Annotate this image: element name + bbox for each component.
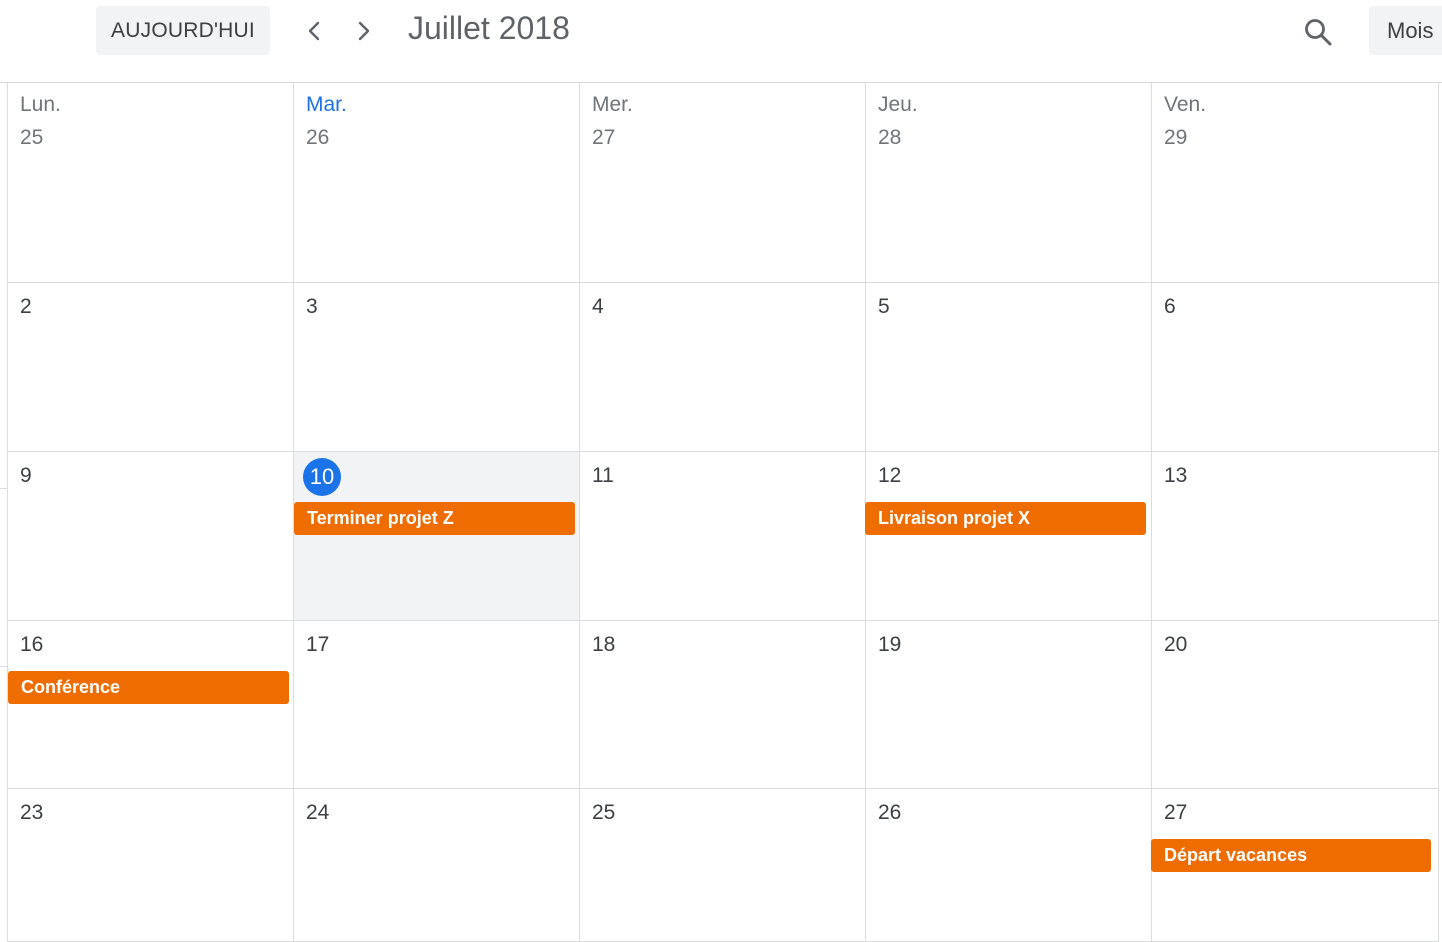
day-number: 25	[592, 801, 616, 824]
day-number: 27	[592, 126, 616, 149]
day-cell[interactable]: 24	[294, 789, 580, 942]
day-name-current: Mar.	[306, 93, 347, 116]
month-grid: Lun. 25 Mar. 26 Mer. 27 Jeu. 28 Ven. 29 …	[0, 82, 1442, 942]
day-name: Jeu.	[878, 93, 918, 116]
day-number: 12	[878, 464, 902, 487]
day-name: Lun.	[20, 93, 61, 116]
event-livraison-projet-x[interactable]: Livraison projet X	[865, 502, 1146, 535]
day-name: Ven.	[1164, 93, 1207, 116]
day-number: 26	[306, 126, 330, 149]
day-cell[interactable]: 13	[1152, 452, 1439, 621]
day-cell[interactable]: 17	[294, 621, 580, 789]
day-cell-today[interactable]: 10	[294, 452, 580, 621]
search-button[interactable]	[1298, 12, 1338, 52]
day-number: 5	[878, 295, 890, 318]
day-number: 17	[306, 633, 330, 656]
day-number: 28	[878, 126, 902, 149]
day-number: 9	[20, 464, 32, 487]
gutter-marker	[0, 666, 7, 667]
day-cell[interactable]: 25	[580, 789, 866, 942]
event-conference[interactable]: Conférence	[8, 671, 289, 704]
day-number: 29	[1164, 126, 1188, 149]
day-cell[interactable]: Ven. 29	[1152, 83, 1439, 283]
day-number: 27	[1164, 801, 1188, 824]
search-icon	[1305, 19, 1332, 46]
day-cell[interactable]: Mar. 26	[294, 83, 580, 283]
chevron-right-icon	[358, 21, 370, 41]
day-cell[interactable]: 11	[580, 452, 866, 621]
day-cell[interactable]: 16	[8, 621, 294, 789]
day-cell[interactable]: 12	[866, 452, 1152, 621]
day-cell[interactable]: 19	[866, 621, 1152, 789]
day-cell[interactable]: 6	[1152, 283, 1439, 452]
day-name: Mer.	[592, 93, 633, 116]
day-number: 26	[878, 801, 902, 824]
day-number: 16	[20, 633, 44, 656]
day-cell[interactable]: Jeu. 28	[866, 83, 1152, 283]
event-depart-vacances[interactable]: Départ vacances	[1151, 839, 1431, 872]
month-title: Juillet 2018	[408, 10, 570, 46]
day-cell[interactable]: 2	[8, 283, 294, 452]
day-number: 24	[306, 801, 330, 824]
day-number: 20	[1164, 633, 1188, 656]
day-cell[interactable]: 18	[580, 621, 866, 789]
event-terminer-projet-z[interactable]: Terminer projet Z	[294, 502, 575, 535]
day-number: 11	[592, 464, 614, 487]
day-number: 25	[20, 126, 44, 149]
day-cell[interactable]: 23	[8, 789, 294, 942]
day-cell[interactable]: 20	[1152, 621, 1439, 789]
today-button[interactable]: AUJOURD'HUI	[96, 6, 270, 55]
day-cell[interactable]: 5	[866, 283, 1152, 452]
day-cell[interactable]: 26	[866, 789, 1152, 942]
day-cell[interactable]: Mer. 27	[580, 83, 866, 283]
day-number: 13	[1164, 464, 1188, 487]
next-month-button[interactable]	[349, 14, 379, 48]
day-number: 19	[878, 633, 902, 656]
calendar-toolbar: AUJOURD'HUI Juillet 2018 Mois	[0, 0, 1442, 82]
day-number: 4	[592, 295, 604, 318]
chevron-left-icon	[308, 21, 320, 41]
day-number: 18	[592, 633, 616, 656]
day-cell[interactable]: 4	[580, 283, 866, 452]
day-cell[interactable]: Lun. 25	[8, 83, 294, 283]
day-number: 3	[306, 295, 318, 318]
day-number: 23	[20, 801, 44, 824]
day-number: 2	[20, 295, 32, 318]
today-date-badge[interactable]: 10	[303, 458, 341, 496]
day-number: 6	[1164, 295, 1176, 318]
view-selector-button[interactable]: Mois	[1369, 6, 1442, 55]
day-cell[interactable]: 9	[8, 452, 294, 621]
gutter-marker	[0, 488, 7, 489]
day-cell[interactable]: 3	[294, 283, 580, 452]
previous-month-button[interactable]	[299, 14, 329, 48]
